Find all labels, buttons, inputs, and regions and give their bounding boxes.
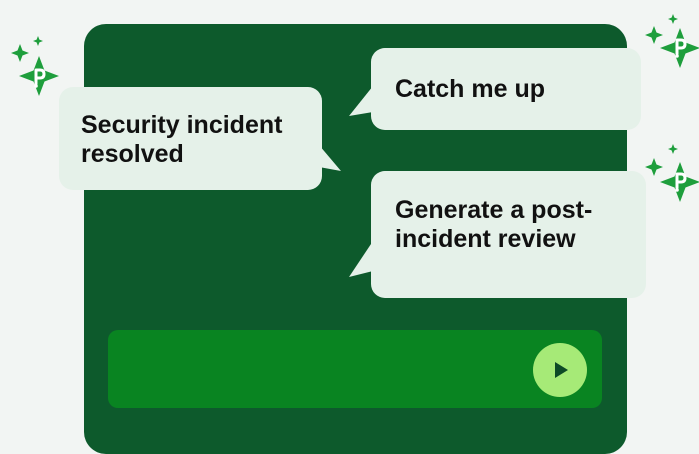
message-bubble-incident: Security incident resolved (59, 87, 341, 190)
message-text: Security incident resolved (81, 111, 283, 168)
bubble-tail (349, 241, 373, 277)
message-bubble-catch-up: Catch me up (349, 48, 641, 130)
send-button[interactable] (533, 343, 587, 397)
message-text: Generate a post- incident review (395, 196, 593, 253)
sparkle-p-icon (11, 36, 59, 96)
bubble-tail (319, 145, 341, 171)
message-input[interactable] (108, 330, 602, 408)
sparkle-p-icon (645, 14, 699, 68)
sparkle-p-icon (645, 144, 699, 202)
message-text: Catch me up (395, 75, 546, 103)
bubble-tail (349, 86, 373, 116)
play-triangle-icon (555, 362, 568, 378)
message-bubble-post-incident: Generate a post- incident review (349, 171, 646, 298)
